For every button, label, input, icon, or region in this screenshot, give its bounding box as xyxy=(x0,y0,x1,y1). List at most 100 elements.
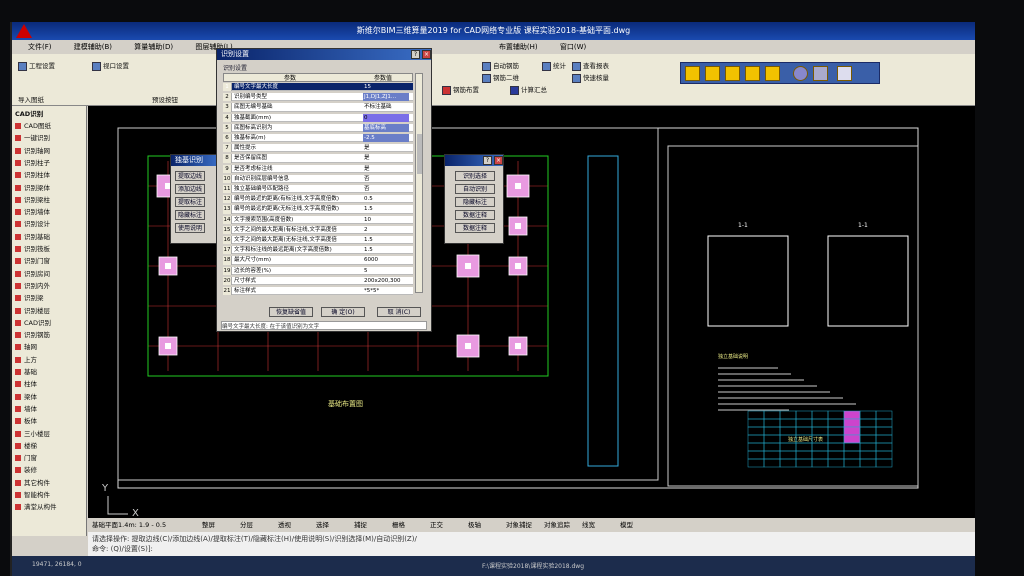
param-value[interactable]: 0.5 xyxy=(363,195,409,203)
right-tool-button[interactable]: 隐藏标注 xyxy=(455,197,495,207)
panel-item[interactable]: 识别楼层 xyxy=(15,305,50,315)
close-icon[interactable]: × xyxy=(422,50,431,59)
status-tab[interactable]: 对象追踪 xyxy=(544,518,570,532)
param-row[interactable]: 6 独基标高(m) -2.5 xyxy=(223,134,413,143)
panel-item[interactable]: 识别柱子 xyxy=(15,157,50,167)
restore-default-button[interactable]: 恢复缺省值 xyxy=(269,307,313,317)
tool-3-icon[interactable] xyxy=(725,66,740,81)
param-row[interactable]: 14 文字搜索范围(高度倍数) 10 xyxy=(223,215,413,224)
param-row[interactable]: 20 尺寸样式 200x200,300 xyxy=(223,276,413,286)
status-tab[interactable]: 基础平面1.4m: 1.9 - 0.5 xyxy=(92,518,166,532)
close-icon[interactable]: × xyxy=(494,156,503,165)
menu-window[interactable]: 窗口(W) xyxy=(560,43,586,51)
panel-item[interactable]: 装修 xyxy=(15,464,37,474)
param-value[interactable]: 1.5 xyxy=(363,246,409,254)
param-row[interactable]: 15 文字之间的最大距离(有标注线,文字高度倍 2 xyxy=(223,225,413,235)
help-icon[interactable]: ? xyxy=(483,156,492,165)
doc-icon[interactable] xyxy=(837,66,852,81)
viewport-button[interactable]: 视口设置 xyxy=(92,60,129,71)
panel-item[interactable]: 识别门窗 xyxy=(15,255,50,265)
panel-item[interactable]: 识别梁柱 xyxy=(15,194,50,204)
param-row[interactable]: 5 底图标高识别为 基底标高 xyxy=(223,123,413,133)
param-value[interactable]: 1.5 xyxy=(363,205,409,213)
status-tab[interactable]: 正交 xyxy=(430,518,443,532)
globe-icon[interactable] xyxy=(793,66,808,81)
param-row[interactable]: 10 自动识别底层编号信息 否 xyxy=(223,174,413,184)
param-value[interactable]: 基底标高 xyxy=(363,123,409,132)
panel-item[interactable]: 三小楼层 xyxy=(15,428,50,438)
ok-button[interactable]: 确 定(O) xyxy=(321,307,365,317)
panel-item[interactable]: 识别墙体 xyxy=(15,206,50,216)
auto-rebar-button[interactable]: 自动钢筋 xyxy=(482,60,519,71)
param-row[interactable]: 8 是否保留底图 是 xyxy=(223,154,413,163)
param-row[interactable]: 18 最大尺寸(mm) 6000 xyxy=(223,256,413,265)
menu-calc[interactable]: 算量辅助(D) xyxy=(134,43,173,51)
right-tool-button[interactable]: 自动识别 xyxy=(455,184,495,194)
param-value[interactable]: 15 xyxy=(363,83,409,91)
panel-item[interactable]: 满堂从构件 xyxy=(15,501,57,511)
cancel-button[interactable]: 取 消(C) xyxy=(377,307,421,317)
param-value[interactable]: 5 xyxy=(363,267,409,275)
param-value[interactable]: 1.5 xyxy=(363,236,409,244)
status-tab[interactable]: 线宽 xyxy=(582,518,595,532)
users-icon[interactable] xyxy=(813,66,828,81)
scrollbar-thumb[interactable] xyxy=(417,134,422,174)
found-tool-button[interactable]: 提取标注 xyxy=(175,197,205,207)
panel-item[interactable]: CAD识别 xyxy=(15,317,51,327)
param-value[interactable]: 6000 xyxy=(363,256,409,264)
panel-item[interactable]: 基础 xyxy=(15,366,37,376)
panel-item[interactable]: 楼梯 xyxy=(15,440,37,450)
param-row[interactable]: 1 编号文字最大长度 15 xyxy=(223,83,413,92)
tool-1-icon[interactable] xyxy=(685,66,700,81)
param-row[interactable]: 3 底图无编号基础 不标注基础 xyxy=(223,103,413,112)
found-tool-button[interactable]: 隐藏标注 xyxy=(175,210,205,220)
view-report-button[interactable]: 查看报表 xyxy=(572,60,609,71)
panel-item[interactable]: 轴网 xyxy=(15,341,37,351)
param-row[interactable]: 19 边长的容差(%) 5 xyxy=(223,266,413,275)
panel-item[interactable]: 梁体 xyxy=(15,391,37,401)
panel-item[interactable]: 识别房间 xyxy=(15,268,50,278)
param-row[interactable]: 12 编号的最近的距离(有标注线,文字高度倍数) 0.5 xyxy=(223,195,413,204)
right-tool-button[interactable]: 数据注释 xyxy=(455,223,495,233)
param-value[interactable]: -2.5 xyxy=(363,134,409,142)
panel-item[interactable]: 识别内外 xyxy=(15,280,50,290)
param-value[interactable]: *5*5* xyxy=(363,287,409,295)
param-row[interactable]: 2 识别编号类型 J1,DJ1,ZJ1... xyxy=(223,93,413,102)
panel-item[interactable]: 其它构件 xyxy=(15,477,50,487)
preset-button[interactable]: 预设按钮 xyxy=(152,94,178,104)
status-tab[interactable]: 透视 xyxy=(278,518,291,532)
panel-item[interactable]: 柱体 xyxy=(15,378,37,388)
panel-item[interactable]: CAD图纸 xyxy=(15,120,51,130)
param-row[interactable]: 4 独基截面(mm) 0 xyxy=(223,113,413,122)
stats-button[interactable]: 统计 xyxy=(542,60,566,71)
status-tab[interactable]: 整屏 xyxy=(202,518,215,532)
panel-item[interactable]: 上方 xyxy=(15,354,37,364)
param-value[interactable]: 否 xyxy=(363,185,409,193)
calc-summary-button[interactable]: 计算汇总 xyxy=(510,84,547,95)
rebar-2d-button[interactable]: 钢筋二维 xyxy=(482,72,519,83)
panel-item[interactable]: 板体 xyxy=(15,415,37,425)
param-row[interactable]: 16 文字之间的最大距离(无标注线,文字高度倍 1.5 xyxy=(223,236,413,245)
status-tab[interactable]: 栅格 xyxy=(392,518,405,532)
param-value[interactable]: 10 xyxy=(363,216,409,224)
panel-item[interactable]: 识别基础 xyxy=(15,231,50,241)
panel-item[interactable]: 识别轴网 xyxy=(15,145,50,155)
panel-item[interactable]: 智能构件 xyxy=(15,489,50,499)
param-value[interactable]: 否 xyxy=(363,175,409,183)
panel-item[interactable]: 识别梁 xyxy=(15,292,44,302)
menu-modeling[interactable]: 建模辅助(B) xyxy=(74,43,112,51)
panel-item[interactable]: 识别梁体 xyxy=(15,182,50,192)
param-value[interactable]: 0 xyxy=(363,113,409,122)
param-value[interactable]: 是 xyxy=(363,144,409,152)
rebar-place-button[interactable]: 钢筋布置 xyxy=(442,84,479,95)
param-value[interactable]: 是 xyxy=(363,154,409,162)
panel-item[interactable]: 墙体 xyxy=(15,403,37,413)
settings-tab[interactable]: 识别设置 xyxy=(223,63,247,72)
right-tool-button[interactable]: 数据注释 xyxy=(455,210,495,220)
param-value[interactable]: 是 xyxy=(363,165,409,173)
param-value[interactable]: 2 xyxy=(363,226,409,234)
panel-item[interactable]: 识别设计 xyxy=(15,218,50,228)
status-tab[interactable]: 对象捕捉 xyxy=(506,518,532,532)
help-icon[interactable]: ? xyxy=(411,50,420,59)
menu-place[interactable]: 布置辅助(H) xyxy=(499,43,538,51)
